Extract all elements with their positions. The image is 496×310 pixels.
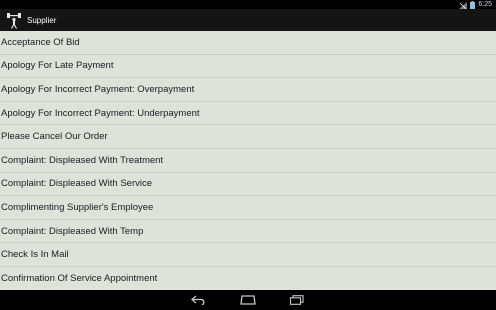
navigation-bar — [0, 290, 496, 310]
list-item[interactable]: Complaint: Displeased With Service — [0, 173, 496, 197]
dumbbell-person-icon[interactable] — [7, 11, 21, 29]
list-item-label: Complaint: Displeased With Treatment — [1, 154, 164, 166]
list-item[interactable]: Apology For Late Payment — [0, 55, 496, 79]
app-title: Supplier — [27, 15, 57, 25]
list-item[interactable]: Please Cancel Our Order — [0, 125, 496, 149]
status-time: 6:25 — [478, 1, 492, 8]
list-item-label: Complaint: Displeased With Service — [1, 178, 153, 190]
list-item[interactable]: Complimenting Supplier's Employee — [0, 196, 496, 220]
back-icon[interactable] — [191, 293, 207, 307]
list-item[interactable]: Check Is In Mail — [0, 243, 496, 267]
list-item-label: Complaint: Displeased With Temp — [1, 225, 144, 237]
status-bar: 6:25 — [0, 0, 496, 9]
home-icon[interactable] — [240, 293, 256, 307]
list-item-label: Please Cancel Our Order — [1, 131, 108, 143]
status-icons: 6:25 — [459, 0, 492, 9]
list-item[interactable]: Confirmation Of Service Appointment — [0, 267, 496, 290]
list-item-label: Acceptance Of Bid — [1, 36, 80, 48]
list-item[interactable]: Apology For Incorrect Payment: Underpaym… — [0, 102, 496, 126]
list-item[interactable]: Acceptance Of Bid — [0, 31, 496, 55]
list-item[interactable]: Complaint: Displeased With Temp — [0, 220, 496, 244]
template-list[interactable]: Acceptance Of Bid Apology For Late Payme… — [0, 31, 496, 290]
list-item-label: Apology For Incorrect Payment: Underpaym… — [1, 107, 200, 119]
list-item[interactable]: Complaint: Displeased With Treatment — [0, 149, 496, 173]
list-item-label: Confirmation Of Service Appointment — [1, 272, 158, 284]
action-bar: Supplier — [0, 9, 496, 31]
list-item-label: Apology For Incorrect Payment: Overpayme… — [1, 83, 195, 95]
list-item-label: Apology For Late Payment — [1, 60, 114, 72]
recent-apps-icon[interactable] — [289, 293, 305, 307]
list-item-label: Check Is In Mail — [1, 249, 69, 261]
list-item[interactable]: Apology For Incorrect Payment: Overpayme… — [0, 78, 496, 102]
app-window: 6:25 Supplier Acceptance Of Bid Apology … — [0, 0, 496, 310]
list-item-label: Complimenting Supplier's Employee — [1, 201, 154, 213]
